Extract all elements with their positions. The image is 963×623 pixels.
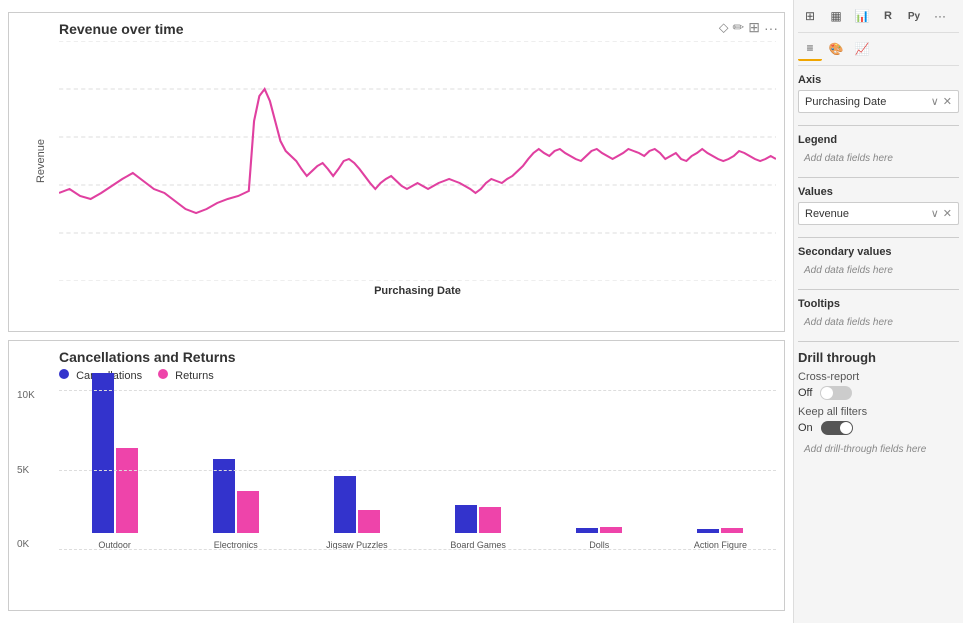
revenue-chart: Revenue over time ⬦ ✏ ⊞ ··· Revenue 6K 5… (8, 12, 785, 332)
bar-jigsaw-returns (358, 510, 380, 533)
secondary-values-section: Secondary values Add data fields here (798, 242, 959, 279)
keep-filters-toggle-row: On (798, 421, 959, 435)
grid-line-mid (59, 470, 776, 471)
bar-jigsaw-cancellations (334, 476, 356, 533)
bar-boardgames-returns (479, 507, 501, 533)
grid-line-top (59, 390, 776, 391)
legend-add-field[interactable]: Add data fields here (798, 150, 959, 167)
values-field-name: Revenue (805, 208, 931, 220)
cross-report-toggle[interactable] (820, 386, 852, 400)
y-tick-10k: 10K (17, 390, 35, 401)
bar-group-bars-dolls (576, 527, 622, 533)
legend-section: Legend Add data fields here (798, 130, 959, 167)
axis-section: Axis Purchasing Date ∨ ✕ (798, 70, 959, 115)
y-tick-0k: 0K (17, 539, 35, 550)
chart-bar-icon[interactable]: 📊 (850, 4, 874, 28)
grid-line-bottom (59, 549, 776, 550)
bar-group-bars-boardgames (455, 505, 501, 533)
more-dots-icon[interactable]: ··· (928, 4, 952, 28)
bar-chart: Cancellations and Returns Cancellations … (8, 340, 785, 611)
bar-group-actionfigure: Action Figure (665, 528, 776, 550)
y-tick-5k: 5K (17, 465, 35, 476)
cross-report-state: Off (798, 387, 812, 399)
bar-chart-title: Cancellations and Returns (59, 349, 776, 365)
bar-actionfigure-returns (721, 528, 743, 533)
drill-title: Drill through (798, 350, 959, 365)
panel-icons-row1: ⊞ ▦ 📊 R Py ··· (798, 4, 959, 33)
cross-report-toggle-row: Off (798, 386, 959, 400)
axis-field-box[interactable]: Purchasing Date ∨ ✕ (798, 90, 959, 113)
bar-dolls-returns (600, 527, 622, 533)
values-field-actions: ∨ ✕ (931, 207, 952, 220)
tooltips-title: Tooltips (798, 294, 959, 310)
divider-3 (798, 237, 959, 238)
bar-group-bars-actionfigure (697, 528, 743, 533)
bar-chart-area: 10K 5K 0K Outdoor (59, 390, 776, 550)
r-icon[interactable]: R (876, 4, 900, 28)
bar-group-bars-outdoor (92, 373, 138, 533)
y-axis-label: Revenue (35, 139, 47, 183)
bar-y-axis: 10K 5K 0K (17, 390, 35, 550)
keep-filters-state: On (798, 422, 813, 434)
panel-icons-row2: ≡ 🎨 📈 (798, 37, 959, 66)
values-title: Values (798, 182, 959, 198)
expand-icon[interactable]: ⊞ (748, 19, 760, 36)
bar-boardgames-cancellations (455, 505, 477, 533)
drill-section: Drill through Cross-report Off Keep all … (798, 350, 959, 458)
values-section: Values Revenue ∨ ✕ (798, 182, 959, 227)
filter-icon[interactable]: ⬦ (719, 19, 729, 36)
bar-group-outdoor: Outdoor (59, 373, 170, 550)
divider-1 (798, 125, 959, 126)
revenue-chart-area: Revenue 6K 5K 4K 3K 2K 1K Aug 2019 Sep 2… (59, 41, 776, 281)
tooltips-section: Tooltips Add data fields here (798, 294, 959, 331)
drill-add-field[interactable]: Add drill-through fields here (798, 441, 959, 458)
main-content: Revenue over time ⬦ ✏ ⊞ ··· Revenue 6K 5… (0, 0, 793, 623)
bar-outdoor-cancellations (92, 373, 114, 533)
axis-field-name: Purchasing Date (805, 96, 931, 108)
axis-field-actions: ∨ ✕ (931, 95, 952, 108)
right-panel: ⊞ ▦ 📊 R Py ··· ≡ 🎨 📈 Axis Purchasing Dat… (793, 0, 963, 623)
divider-5 (798, 341, 959, 342)
matrix-icon[interactable]: ▦ (824, 4, 848, 28)
divider-2 (798, 177, 959, 178)
table-icon[interactable]: ⊞ (798, 4, 822, 28)
keep-filters-toggle[interactable] (821, 421, 853, 435)
bar-outdoor-returns (116, 448, 138, 533)
bar-group-dolls: Dolls (544, 527, 655, 550)
axis-remove-icon[interactable]: ✕ (943, 95, 952, 108)
analytics-icon[interactable]: 📈 (850, 37, 874, 61)
bar-group-bars-jigsaw (334, 476, 380, 533)
py-icon[interactable]: Py (902, 4, 926, 28)
paint-icon[interactable]: 🎨 (824, 37, 848, 61)
bar-electronics-returns (237, 491, 259, 533)
chart-toolbar: ⬦ ✏ ⊞ ··· (719, 19, 778, 36)
bar-group-boardgames: Board Games (423, 505, 534, 550)
cross-report-label: Cross-report (798, 371, 959, 383)
values-remove-icon[interactable]: ✕ (943, 207, 952, 220)
revenue-line-svg: 6K 5K 4K 3K 2K 1K Aug 2019 Sep 2019 Oct … (59, 41, 776, 281)
revenue-chart-title: Revenue over time (59, 21, 776, 37)
divider-4 (798, 289, 959, 290)
highlight-icon[interactable]: ✏ (733, 19, 745, 36)
secondary-values-title: Secondary values (798, 242, 959, 258)
field-icon[interactable]: ≡ (798, 37, 822, 61)
bar-actionfigure-cancellations (697, 529, 719, 533)
axis-title: Axis (798, 70, 959, 86)
legend-title: Legend (798, 130, 959, 146)
bar-group-jigsaw: Jigsaw Puzzles (301, 476, 412, 550)
values-field-box[interactable]: Revenue ∨ ✕ (798, 202, 959, 225)
axis-expand-icon[interactable]: ∨ (931, 95, 939, 108)
bar-group-electronics: Electronics (180, 459, 291, 550)
bar-dolls-cancellations (576, 528, 598, 533)
values-expand-icon[interactable]: ∨ (931, 207, 939, 220)
more-icon[interactable]: ··· (764, 20, 778, 36)
returns-label: Returns (175, 370, 214, 382)
keep-filters-label: Keep all filters (798, 406, 959, 418)
tooltips-add-field[interactable]: Add data fields here (798, 314, 959, 331)
x-axis-label: Purchasing Date (59, 285, 776, 297)
secondary-add-field[interactable]: Add data fields here (798, 262, 959, 279)
